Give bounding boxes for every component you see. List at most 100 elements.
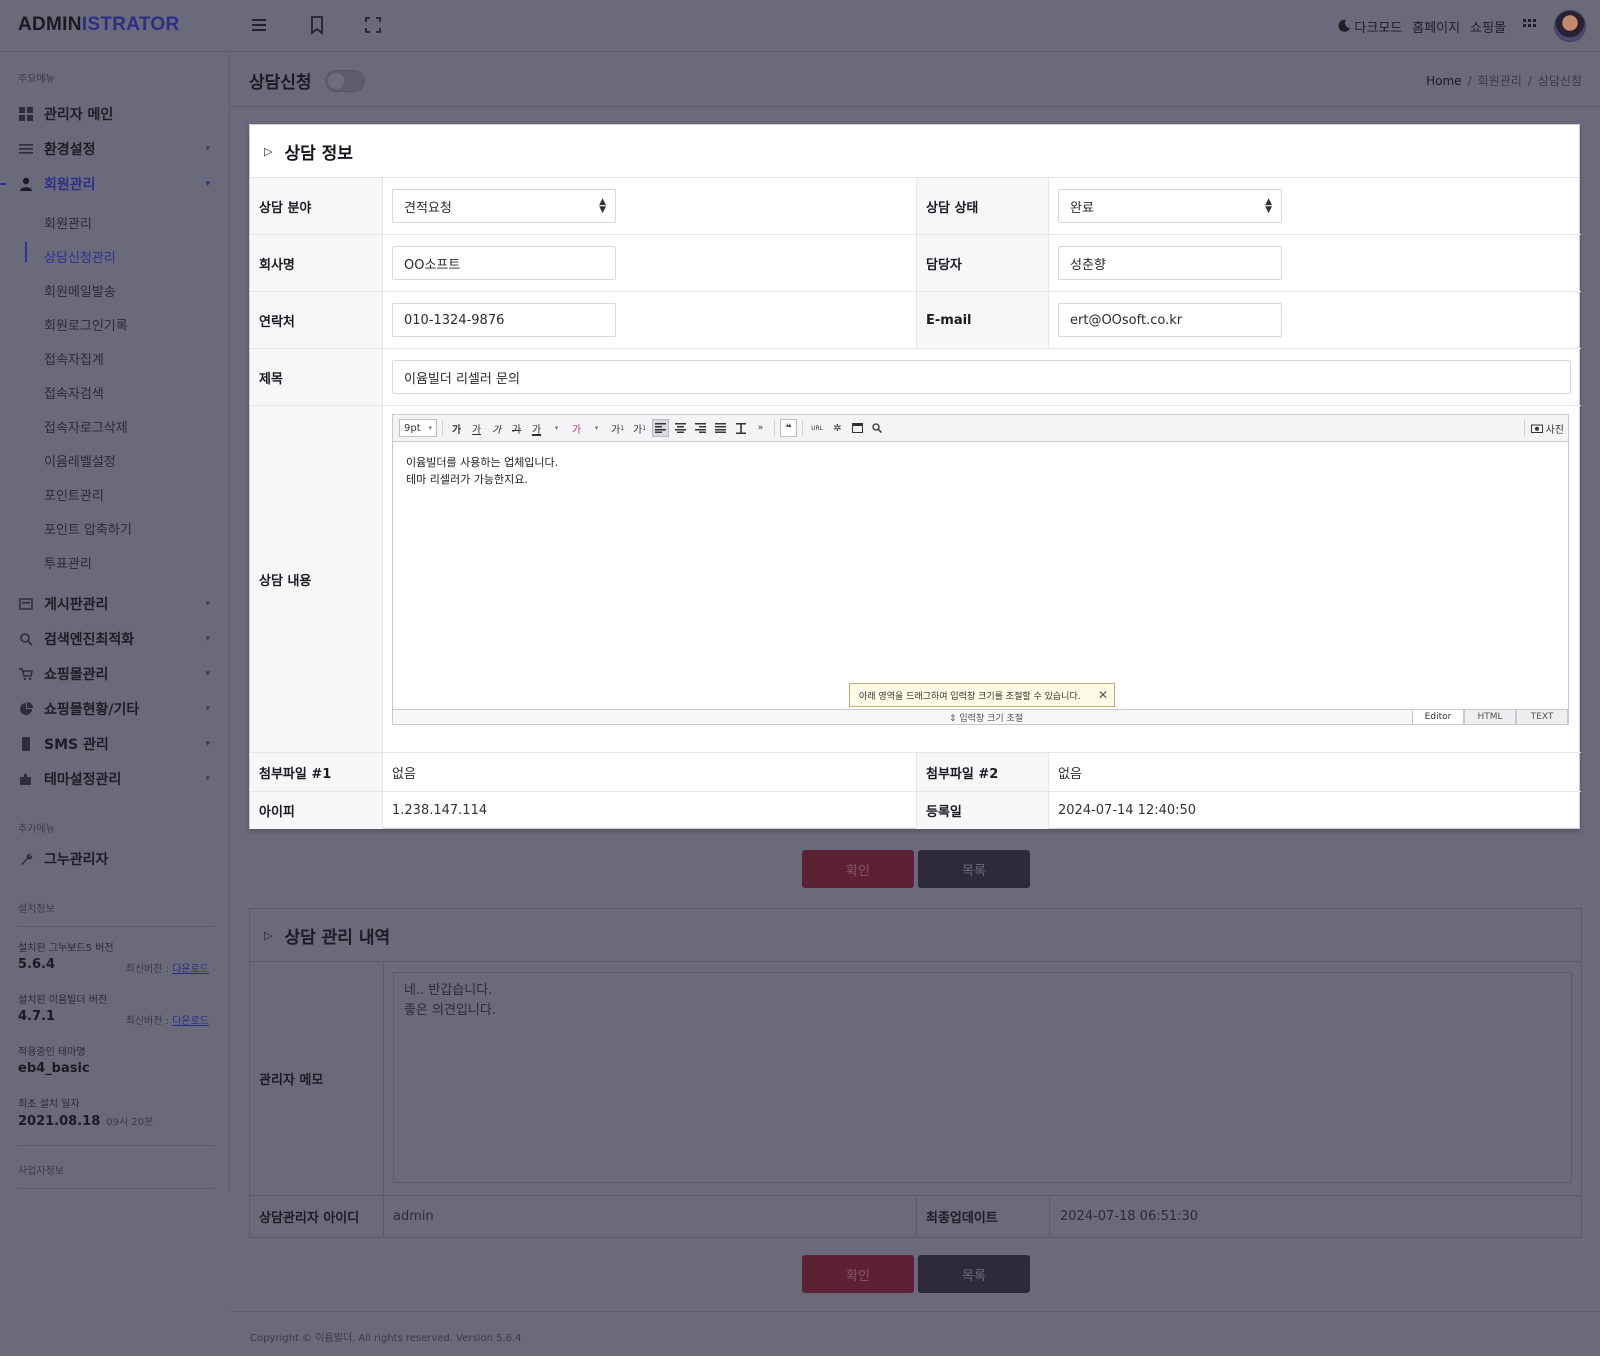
- sidebar-subitem-member-list[interactable]: 회원관리: [44, 213, 92, 232]
- top-right-menu: 다크모드 홈페이지 쇼핑몰: [1337, 8, 1586, 44]
- logo[interactable]: ADMINISTRATOR: [18, 14, 180, 36]
- line-height-icon[interactable]: [732, 419, 749, 437]
- underline-icon[interactable]: 가: [468, 419, 485, 437]
- divider: [18, 1188, 214, 1189]
- company-value: OO소프트: [404, 257, 461, 273]
- shop-link[interactable]: 쇼핑몰: [1470, 17, 1506, 36]
- sidebar-subitem-visit-delete[interactable]: 접속자로그삭제: [44, 417, 128, 436]
- close-icon[interactable]: ✕: [1098, 688, 1108, 702]
- sidebar-item-seo[interactable]: 검색엔진최적화 ▾: [18, 627, 214, 651]
- sidebar-subitem-member-mail[interactable]: 회원메일발송: [44, 281, 116, 300]
- homepage-link[interactable]: 홈페이지: [1412, 17, 1460, 36]
- toggle-switch[interactable]: [325, 70, 365, 92]
- cart-icon: [18, 666, 34, 682]
- updated-label: 최종업데이트: [916, 1196, 1050, 1237]
- resize-handle[interactable]: ⇕ 입력창 크기 조절: [949, 711, 1023, 724]
- eyoom-version-label: 설치된 이윰빌더 버전: [18, 995, 108, 1006]
- tab-editor[interactable]: Editor: [1412, 709, 1464, 724]
- form-row: 상담 내용 9pt ▾ 가 가 가 가 가 ▾ 가 ▾ 가1 가1 » ❝ UR…: [250, 406, 1581, 753]
- align-center-icon[interactable]: [672, 419, 689, 437]
- more-icon[interactable]: »: [752, 419, 769, 437]
- tab-html[interactable]: HTML: [1464, 709, 1516, 724]
- font-size-select[interactable]: 9pt ▾: [399, 419, 437, 437]
- memo-line: 좋은 의견입니다.: [404, 1003, 496, 1018]
- chevron-down-icon: ▾: [205, 179, 210, 189]
- sidebar-item-shop[interactable]: 쇼핑몰관리 ▾: [18, 662, 214, 686]
- sidebar-subitem-poll[interactable]: 투표관리: [44, 553, 92, 572]
- wrench-icon: [18, 851, 34, 867]
- link-icon[interactable]: URL: [808, 419, 826, 437]
- list-button[interactable]: 목록: [918, 1255, 1030, 1293]
- avatar[interactable]: [1554, 10, 1586, 42]
- menu-icon[interactable]: [250, 14, 272, 36]
- settings-icon: [18, 141, 34, 157]
- sidebar-item-gnu-admin[interactable]: 그누관리자: [18, 847, 214, 871]
- italic-icon[interactable]: 가: [488, 419, 505, 437]
- sidebar-subitem-visit-search[interactable]: 접속자검색: [44, 383, 104, 402]
- sidebar-item-label: 쇼핑몰현황/기타: [44, 702, 140, 718]
- dark-mode-link[interactable]: 다크모드: [1337, 17, 1402, 36]
- sidebar-subitem-level[interactable]: 이윰레벨설정: [44, 451, 116, 470]
- special-char-icon[interactable]: ✲: [829, 419, 846, 437]
- sidebar-subitem-point[interactable]: 포인트관리: [44, 485, 104, 504]
- align-left-icon[interactable]: [652, 419, 670, 437]
- email-input[interactable]: ert@OOsoft.co.kr: [1058, 303, 1282, 337]
- confirm-button[interactable]: 확인: [802, 850, 914, 888]
- subscript-icon[interactable]: 가1: [630, 419, 649, 437]
- align-justify-icon[interactable]: [712, 419, 729, 437]
- sidebar-item-label: 회원관리: [44, 177, 96, 193]
- category-label: 상담 분야: [250, 178, 383, 234]
- confirm-button[interactable]: 확인: [802, 1255, 914, 1293]
- chevron-down-icon[interactable]: ▾: [588, 419, 605, 437]
- sidebar-subitem-consult[interactable]: 상담신청관리: [44, 247, 116, 266]
- category-select[interactable]: 견적요청 ▲ ▼: [392, 189, 616, 223]
- photo-button[interactable]: 사진: [1523, 419, 1564, 437]
- content-line: 이윰빌더를 사용하는 업체입니다.: [406, 456, 559, 469]
- chevron-down-icon[interactable]: ▾: [548, 419, 565, 437]
- phone-input[interactable]: 010-1324-9876: [392, 303, 616, 337]
- breadcrumb-members[interactable]: 회원관리: [1478, 74, 1522, 88]
- quote-icon[interactable]: ❝: [780, 419, 798, 437]
- sidebar-item-sms[interactable]: SMS 관리 ▾: [18, 732, 214, 756]
- status-select[interactable]: 완료 ▲ ▼: [1058, 189, 1282, 223]
- status-value: 완료: [1070, 200, 1094, 216]
- fullscreen-icon[interactable]: [364, 14, 386, 36]
- sidebar-item-shop-stats[interactable]: 쇼핑몰현황/기타 ▾: [18, 697, 214, 721]
- list-button[interactable]: 목록: [918, 850, 1030, 888]
- latest-prefix: 최신버전 :: [125, 1016, 173, 1027]
- eyoom-version: 4.7.1: [18, 1009, 56, 1024]
- highlight-icon[interactable]: 가: [568, 419, 585, 437]
- sidebar-item-settings[interactable]: 환경설정 ▾: [18, 137, 214, 161]
- find-icon[interactable]: [869, 419, 886, 437]
- strikethrough-icon[interactable]: 가: [508, 419, 525, 437]
- download-link[interactable]: 다운로드: [172, 1016, 209, 1027]
- sidebar-item-admin-main[interactable]: 관리자 메인: [18, 102, 214, 126]
- form-row: 상담관리자 아이디 admin 최종업데이트 2024-07-18 06:51:…: [250, 1196, 1581, 1237]
- company-input[interactable]: OO소프트: [392, 246, 616, 280]
- bold-icon[interactable]: 가: [448, 419, 465, 437]
- font-color-icon[interactable]: 가: [528, 419, 545, 437]
- tab-text[interactable]: TEXT: [1516, 709, 1568, 724]
- page-title: 상담신청: [249, 73, 312, 93]
- sidebar-subitem-visit-stats[interactable]: 접속자집계: [44, 349, 104, 368]
- install-date-value: 2021.08.18: [18, 1114, 101, 1129]
- bookmark-icon[interactable]: [308, 14, 330, 36]
- superscript-icon[interactable]: 가1: [608, 419, 627, 437]
- manager-value: 성춘향: [1070, 257, 1106, 273]
- manager-input[interactable]: 성춘향: [1058, 246, 1282, 280]
- admin-memo-textarea[interactable]: 네.. 반갑습니다. 좋은 의견입니다.: [393, 972, 1572, 1183]
- apps-grid-icon[interactable]: [1522, 16, 1538, 36]
- download-link[interactable]: 다운로드: [172, 964, 209, 975]
- ip-label: 아이피: [250, 792, 383, 829]
- sidebar-subitem-login-log[interactable]: 회원로그인기록: [44, 315, 128, 334]
- subject-input[interactable]: 이윰빌더 리셀러 문의: [392, 360, 1571, 394]
- sidebar-section-business[interactable]: 사업자정보: [18, 1162, 64, 1177]
- align-right-icon[interactable]: [692, 419, 709, 437]
- table-icon[interactable]: [849, 419, 866, 437]
- editor-content[interactable]: 이윰빌더를 사용하는 업체입니다. 테마 리셀러가 가능한지요.: [393, 442, 1568, 707]
- sidebar-subitem-point-compress[interactable]: 포인트 압축하기: [44, 519, 132, 538]
- breadcrumb-home[interactable]: Home: [1426, 74, 1461, 88]
- sidebar-item-board[interactable]: 게시판관리 ▾: [18, 592, 214, 616]
- sidebar-item-theme[interactable]: 테마설정관리 ▾: [18, 767, 214, 791]
- sidebar-item-members[interactable]: 회원관리 ▾: [18, 172, 214, 196]
